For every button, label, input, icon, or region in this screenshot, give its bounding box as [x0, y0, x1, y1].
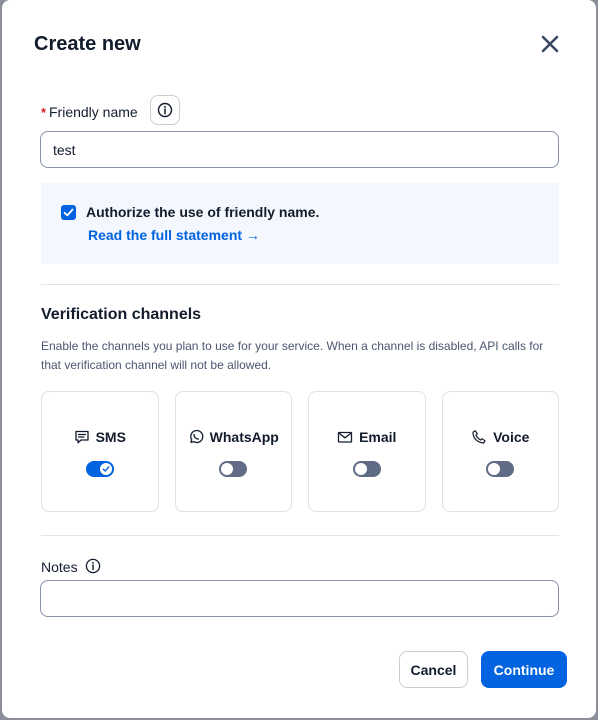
email-toggle[interactable] — [352, 461, 381, 477]
divider — [41, 535, 559, 536]
authorize-text: Authorize the use of friendly name. — [86, 204, 320, 220]
channel-card-whatsapp: WhatsApp — [174, 391, 292, 512]
channel-header: Email — [309, 429, 425, 445]
continue-button[interactable]: Continue — [481, 651, 567, 688]
channel-card-sms: SMS — [41, 391, 159, 512]
check-icon — [102, 466, 110, 472]
channel-label: SMS — [95, 429, 126, 445]
toggle-knob — [99, 463, 112, 475]
phone-icon — [472, 430, 486, 444]
read-statement-link[interactable]: Read the full statement → — [88, 227, 260, 243]
channel-header: WhatsApp — [176, 429, 292, 445]
notes-input[interactable] — [40, 580, 559, 617]
email-icon — [337, 431, 353, 443]
friendly-name-label: Friendly name — [49, 104, 138, 120]
friendly-name-input[interactable] — [40, 131, 559, 168]
chat-icon — [74, 430, 89, 444]
verification-description: Enable the channels you plan to use for … — [41, 339, 544, 372]
friendly-name-info-button[interactable] — [150, 95, 180, 125]
create-new-dialog: Create new * Friendly name Authorize the… — [2, 0, 596, 718]
close-icon[interactable] — [538, 32, 562, 56]
whatsapp-toggle[interactable] — [219, 461, 248, 477]
required-marker: * — [41, 105, 47, 120]
verification-title: Verification channels — [41, 306, 202, 323]
authorize-checkbox[interactable] — [61, 205, 76, 220]
channel-label: WhatsApp — [209, 429, 279, 445]
toggle-knob — [354, 463, 367, 475]
voice-toggle[interactable] — [486, 461, 515, 477]
dialog-title: Create new — [34, 33, 141, 55]
channel-header: Voice — [443, 429, 559, 445]
authorization-panel: Authorize the use of friendly name. Read… — [41, 183, 559, 264]
channel-label: Voice — [493, 429, 530, 445]
channel-card-email: Email — [308, 391, 426, 512]
whatsapp-icon — [189, 429, 204, 444]
channel-header: SMS — [42, 429, 158, 445]
notes-label: Notes — [41, 559, 78, 575]
check-icon — [63, 208, 74, 217]
channel-card-voice: Voice — [441, 391, 559, 512]
info-icon — [157, 102, 173, 118]
toggle-knob — [221, 463, 234, 475]
channel-label: Email — [359, 429, 397, 445]
channel-cards: SMS WhatsApp Email Voice — [41, 391, 559, 512]
toggle-knob — [488, 463, 501, 475]
divider — [41, 284, 559, 285]
sms-toggle[interactable] — [85, 461, 114, 477]
cancel-button[interactable]: Cancel — [399, 651, 468, 688]
info-icon[interactable] — [85, 558, 101, 574]
